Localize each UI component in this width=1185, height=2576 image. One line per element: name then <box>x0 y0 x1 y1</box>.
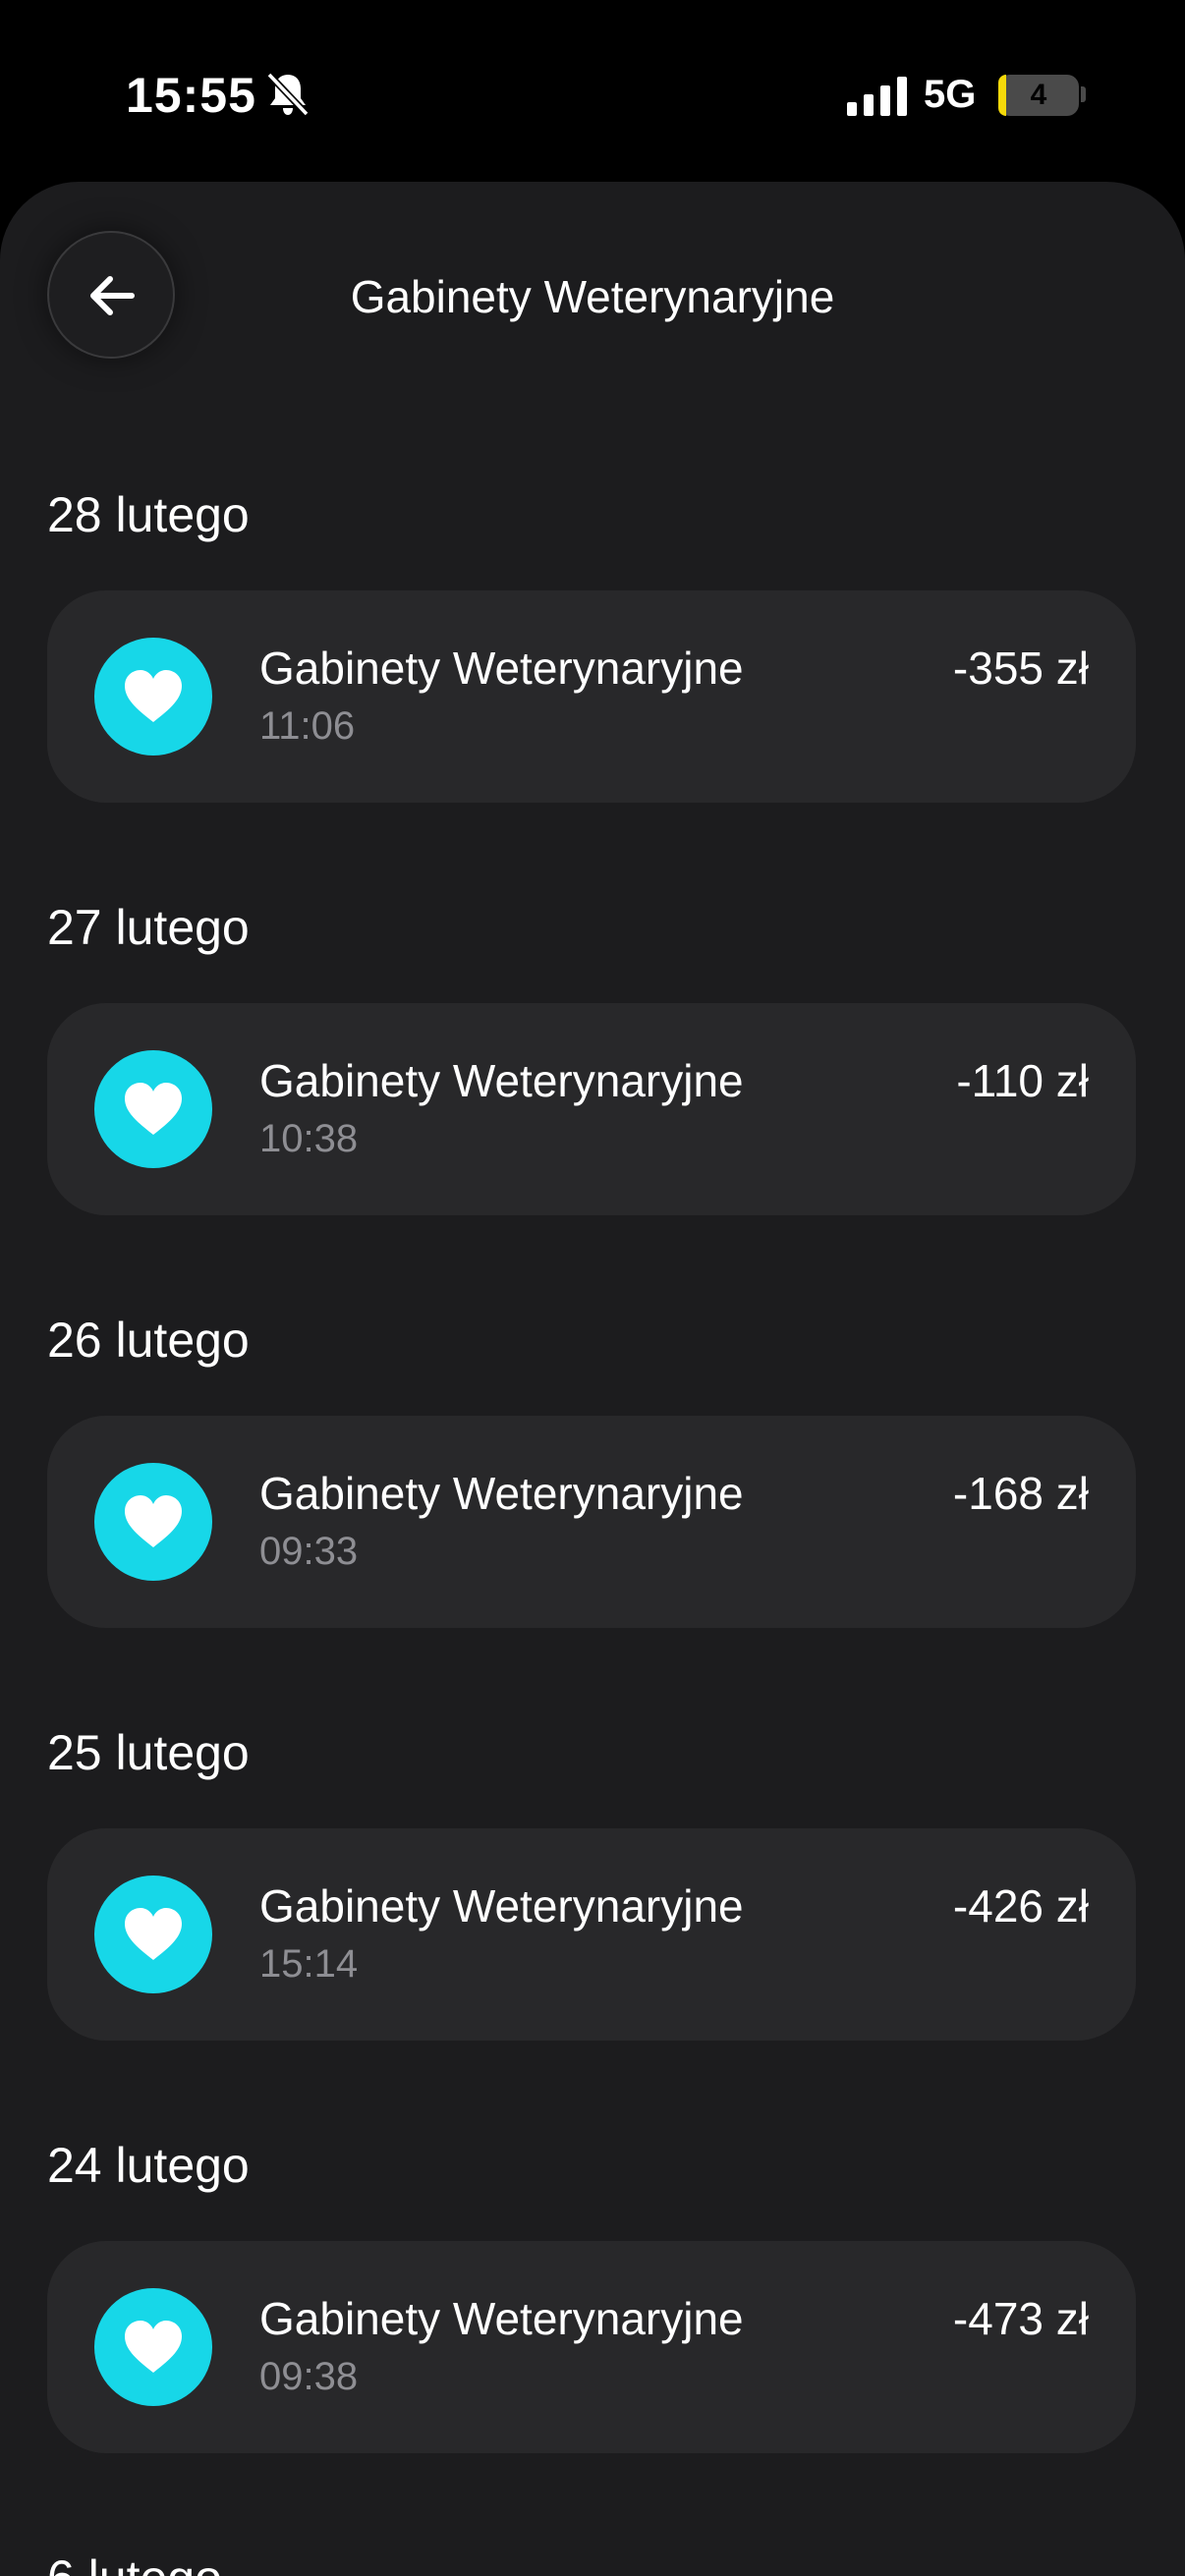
transaction-amount: -168 zł <box>952 1468 1089 1519</box>
transaction-amount: -110 zł <box>956 1055 1089 1106</box>
transaction-name: Gabinety Weterynaryjne <box>259 643 744 694</box>
battery-level: 4 <box>1030 79 1047 111</box>
transaction-time: 10:38 <box>259 1117 359 1160</box>
transaction-card[interactable]: Gabinety Weterynaryjne 10:38 -110 zł <box>47 1003 1136 1215</box>
transaction-time: 09:38 <box>259 2355 359 2398</box>
transaction-name: Gabinety Weterynaryjne <box>259 1468 744 1519</box>
category-icon-badge <box>94 1463 212 1581</box>
status-bar: 15:55 5G 4 <box>0 0 1185 182</box>
transaction-time: 11:06 <box>259 704 356 748</box>
page-title: Gabinety Weterynaryjne <box>350 271 835 322</box>
category-icon-badge <box>94 1876 212 1993</box>
battery-tip <box>1081 86 1086 102</box>
signal-bars-icon <box>847 77 907 116</box>
transaction-card[interactable]: Gabinety Weterynaryjne 11:06 -355 zł <box>47 590 1136 803</box>
transaction-time: 09:33 <box>259 1530 359 1573</box>
battery-icon: 4 <box>998 75 1079 116</box>
date-header: 25 lutego <box>47 1725 250 1780</box>
date-header: 28 lutego <box>47 487 250 542</box>
transaction-name: Gabinety Weterynaryjne <box>259 2293 744 2344</box>
date-header: 24 lutego <box>47 2138 250 2193</box>
date-header: 6 lutego <box>47 2549 222 2576</box>
category-icon-badge <box>94 1050 212 1168</box>
heart-icon <box>125 1083 182 1135</box>
status-time: 15:55 <box>126 68 256 123</box>
transaction-amount: -355 zł <box>952 643 1089 694</box>
date-header: 27 lutego <box>47 900 250 955</box>
heart-icon <box>125 670 182 722</box>
date-header: 26 lutego <box>47 1313 250 1368</box>
bell-slash-icon <box>266 72 310 117</box>
heart-icon <box>125 1495 182 1547</box>
transaction-card[interactable]: Gabinety Weterynaryjne 15:14 -426 zł <box>47 1828 1136 2041</box>
category-icon-badge <box>94 2288 212 2406</box>
transaction-card[interactable]: Gabinety Weterynaryjne 09:38 -473 zł <box>47 2241 1136 2453</box>
transactions-sheet: Gabinety Weterynaryjne 28 lutego Gabinet… <box>0 182 1185 2576</box>
heart-icon <box>125 2321 182 2373</box>
transaction-name: Gabinety Weterynaryjne <box>259 1055 744 1106</box>
transaction-amount: -426 zł <box>952 1880 1089 1932</box>
transaction-amount: -473 zł <box>952 2293 1089 2344</box>
heart-icon <box>125 1908 182 1960</box>
network-type: 5G <box>924 73 977 116</box>
transaction-card[interactable]: Gabinety Weterynaryjne 09:33 -168 zł <box>47 1416 1136 1628</box>
transaction-name: Gabinety Weterynaryjne <box>259 1880 744 1932</box>
category-icon-badge <box>94 638 212 756</box>
transaction-time: 15:14 <box>259 1942 359 1986</box>
